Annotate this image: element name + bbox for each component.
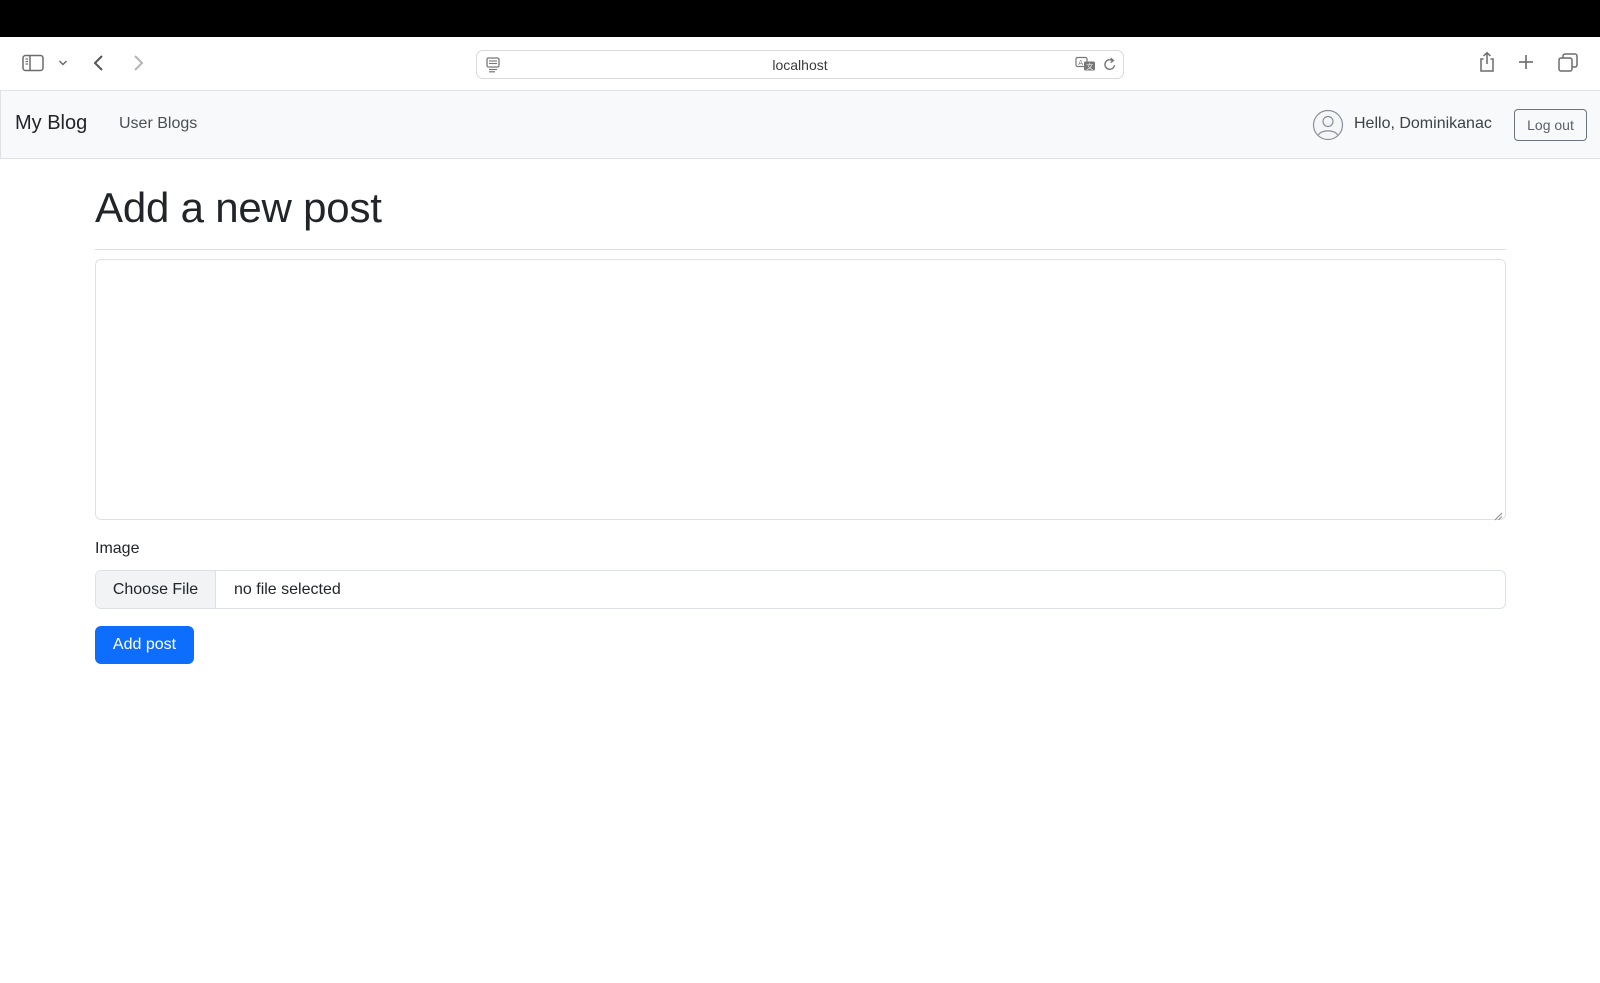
- browser-toolbar: localhost A文: [0, 37, 1600, 91]
- image-label: Image: [95, 540, 140, 557]
- site-navbar: My Blog User Blogs Hello, Dominikanac Lo…: [0, 91, 1600, 159]
- translate-icon[interactable]: A文: [1075, 56, 1097, 77]
- url-text: localhost: [772, 57, 828, 73]
- add-post-button[interactable]: Add post: [95, 626, 194, 664]
- avatar-icon: [1312, 109, 1344, 141]
- title-divider: [95, 249, 1506, 250]
- page-title: Add a new post: [95, 184, 382, 231]
- reload-icon[interactable]: [1103, 57, 1117, 77]
- address-bar[interactable]: localhost A文: [476, 50, 1124, 79]
- chevron-down-icon[interactable]: [58, 59, 68, 67]
- top-black-strip: [0, 0, 1600, 37]
- tabs-overview-icon[interactable]: [1558, 53, 1578, 72]
- brand-link[interactable]: My Blog: [15, 112, 87, 135]
- greeting-text: Hello, Dominikanac: [1354, 115, 1492, 132]
- resize-handle-icon[interactable]: [1494, 508, 1503, 521]
- sidebar-icon[interactable]: [22, 54, 44, 72]
- share-icon[interactable]: [1478, 51, 1496, 73]
- svg-text:文: 文: [1086, 62, 1093, 71]
- file-status-text: no file selected: [234, 581, 341, 598]
- forward-icon[interactable]: [132, 54, 144, 72]
- image-file-input[interactable]: Choose File no file selected: [95, 570, 1506, 609]
- svg-text:A: A: [1078, 59, 1083, 67]
- back-icon[interactable]: [93, 54, 105, 72]
- post-content-textarea[interactable]: [95, 259, 1506, 520]
- logout-button[interactable]: Log out: [1514, 109, 1587, 141]
- nav-link-user-blogs[interactable]: User Blogs: [119, 115, 197, 133]
- new-tab-icon[interactable]: [1518, 54, 1534, 70]
- choose-file-button[interactable]: Choose File: [96, 571, 216, 608]
